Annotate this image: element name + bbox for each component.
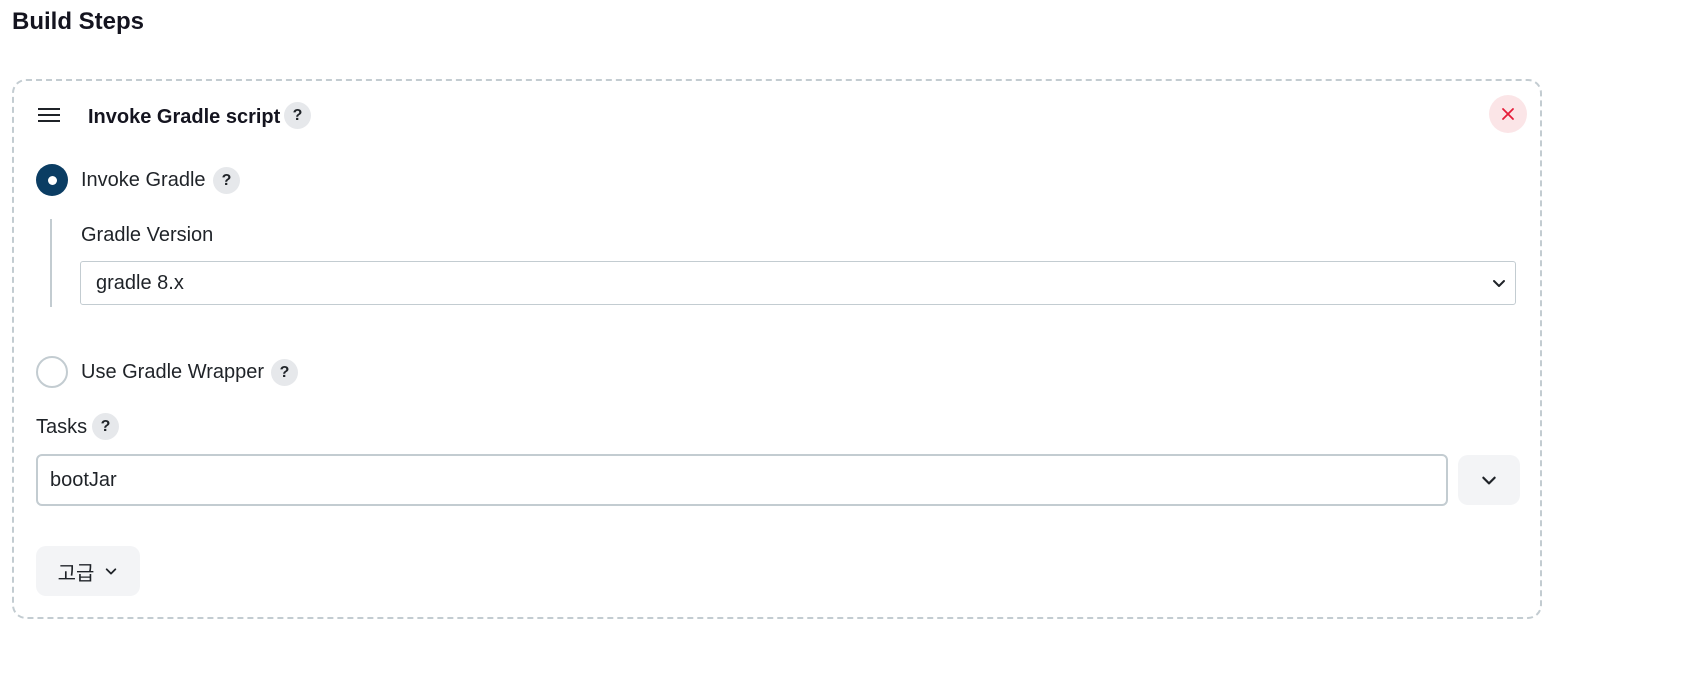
gradle-wrapper-radio[interactable]: [36, 356, 68, 388]
step-help-icon[interactable]: ?: [284, 102, 311, 129]
gradle-version-select[interactable]: gradle 8.x: [80, 261, 1516, 305]
invoke-gradle-help-icon[interactable]: ?: [213, 167, 240, 194]
invoke-gradle-radio[interactable]: [36, 164, 68, 196]
tasks-help-icon[interactable]: ?: [92, 413, 119, 440]
gradle-version-label: Gradle Version: [81, 224, 214, 246]
invoke-gradle-label[interactable]: Invoke Gradle: [81, 167, 206, 193]
section-title: Build Steps: [12, 8, 145, 35]
tasks-input[interactable]: [36, 454, 1448, 506]
tasks-expand-button[interactable]: [1458, 455, 1520, 505]
nested-section-bar: [50, 219, 52, 307]
build-step-card: Invoke Gradle script ? Invoke Gradle ? G…: [12, 79, 1542, 619]
gradle-version-value: gradle 8.x: [96, 271, 184, 294]
chevron-down-icon: [106, 568, 117, 575]
delete-step-button[interactable]: [1489, 95, 1527, 133]
advanced-label: 고급: [57, 562, 95, 585]
chevron-down-icon: [1493, 280, 1505, 287]
advanced-button[interactable]: 고급: [36, 546, 140, 596]
drag-handle-icon[interactable]: [38, 108, 62, 126]
chevron-down-icon: [1482, 476, 1496, 485]
step-title: Invoke Gradle script: [88, 106, 281, 128]
gradle-wrapper-label[interactable]: Use Gradle Wrapper: [81, 359, 264, 385]
tasks-label: Tasks: [36, 416, 88, 438]
close-icon: [1502, 108, 1514, 120]
gradle-wrapper-help-icon[interactable]: ?: [271, 359, 298, 386]
